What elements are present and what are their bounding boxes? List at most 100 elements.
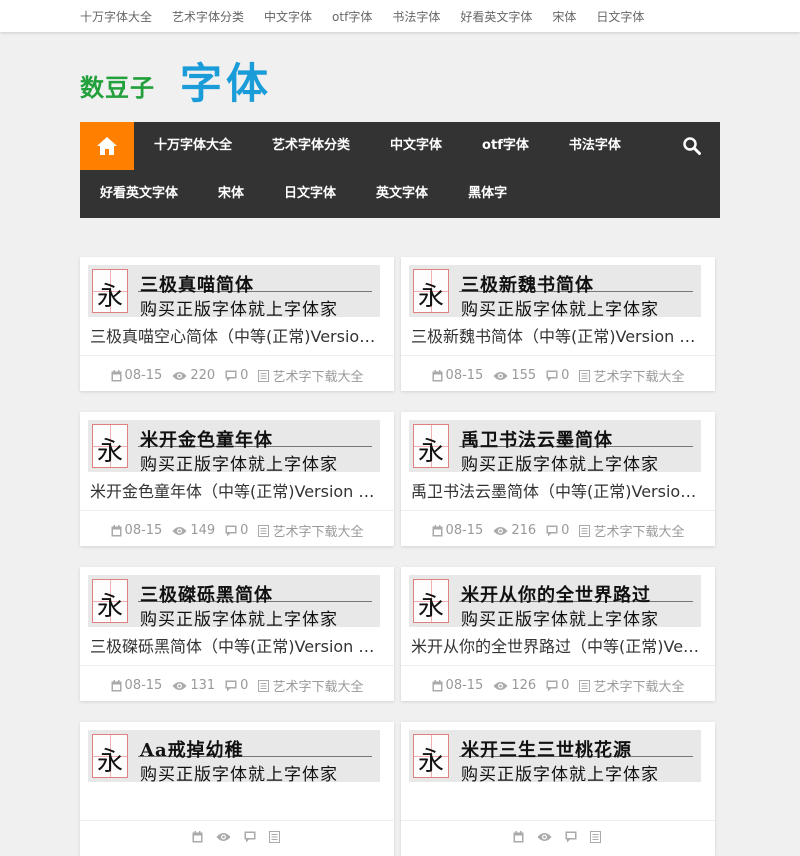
calendar-icon <box>432 524 443 536</box>
meta-comments[interactable]: 0 <box>225 366 248 385</box>
preview-line-2: 购买正版字体就上字体家 <box>461 300 659 317</box>
nav-item[interactable]: 十万字体大全 <box>134 122 252 170</box>
meta-comments[interactable] <box>565 831 580 843</box>
date-text: 08-15 <box>124 678 163 693</box>
meta-category[interactable]: 艺术字下载大全 <box>258 366 363 385</box>
font-card[interactable]: 永 Aa戒掉幼稚 购买正版字体就上字体家 <box>80 722 394 856</box>
nav-item[interactable]: otf字体 <box>462 122 549 170</box>
font-card[interactable]: 永 禹卫书法云墨简体 购买正版字体就上字体家 禹卫书法云墨简体（中等(正常)Ve… <box>401 412 715 546</box>
font-card[interactable]: 永 米开金色童年体 购买正版字体就上字体家 米开金色童年体（中等(正常)Vers… <box>80 412 394 546</box>
font-preview-image[interactable]: 永 米开从你的全世界路过 购买正版字体就上字体家 <box>409 575 701 627</box>
font-title-link[interactable]: 三极新魏书简体（中等(正常)Version 1.00 <box>411 323 703 347</box>
top-link[interactable]: 书法字体 <box>392 8 440 25</box>
top-link[interactable]: 日文字体 <box>596 8 644 25</box>
eye-icon <box>537 833 551 841</box>
views-count: 131 <box>190 678 216 693</box>
font-card[interactable]: 永 三极新魏书简体 购买正版字体就上字体家 三极新魏书简体（中等(正常)Vers… <box>401 257 715 391</box>
top-link[interactable]: 十万字体大全 <box>80 8 152 25</box>
preview-line-2: 购买正版字体就上字体家 <box>461 765 659 782</box>
preview-line-2: 购买正版字体就上字体家 <box>461 610 659 627</box>
nav-item[interactable]: 宋体 <box>198 170 264 218</box>
calendar-icon <box>432 679 443 691</box>
comment-icon <box>244 831 255 843</box>
preview-glyph-box: 永 <box>413 269 449 313</box>
nav-item[interactable]: 日文字体 <box>264 170 356 218</box>
meta-category[interactable] <box>589 831 604 843</box>
meta-date: 08-15 <box>111 366 163 385</box>
top-link[interactable]: 宋体 <box>552 8 576 25</box>
preview-glyph: 永 <box>418 747 445 777</box>
meta-category[interactable]: 艺术字下载大全 <box>258 521 363 540</box>
font-title-link[interactable]: 三极真喵空心简体（中等(正常)Version 1.00 <box>90 323 382 347</box>
preview-glyph: 永 <box>418 592 445 622</box>
font-card[interactable]: 永 米开三生三世桃花源 购买正版字体就上字体家 <box>401 722 715 856</box>
comment-icon <box>546 680 558 691</box>
font-card[interactable]: 永 三极磔砾黑简体 购买正版字体就上字体家 三极磔砾黑简体（中等(正常)Vers… <box>80 567 394 701</box>
font-preview-image[interactable]: 永 米开三生三世桃花源 购买正版字体就上字体家 <box>409 730 701 782</box>
font-title-link[interactable]: 禹卫书法云墨简体（中等(正常)Version 1.00 <box>411 478 703 502</box>
eye-icon <box>172 371 187 380</box>
preview-glyph-box: 永 <box>92 734 128 778</box>
font-title-link[interactable]: 三极磔砾黑简体（中等(正常)Version 1.00 <box>90 633 382 657</box>
meta-category[interactable]: 艺术字下载大全 <box>258 676 363 695</box>
meta-date: 08-15 <box>432 366 483 385</box>
meta-category[interactable]: 艺术字下载大全 <box>579 676 684 695</box>
font-preview-image[interactable]: 永 Aa戒掉幼稚 购买正版字体就上字体家 <box>88 730 380 782</box>
calendar-icon <box>192 831 202 843</box>
top-link[interactable]: 中文字体 <box>264 8 312 25</box>
nav-item[interactable]: 好看英文字体 <box>80 170 198 218</box>
meta-date: 08-15 <box>432 676 484 695</box>
top-link[interactable]: otf字体 <box>332 8 372 25</box>
font-title-link[interactable]: 米开金色童年体（中等(正常)Version 1.00 <box>90 478 382 502</box>
meta-views <box>537 831 555 843</box>
font-preview-image[interactable]: 永 米开金色童年体 购买正版字体就上字体家 <box>88 420 380 472</box>
date-text: 08-15 <box>124 368 163 383</box>
top-link[interactable]: 艺术字体分类 <box>172 8 244 25</box>
card-meta: 08-15 220 0 艺术字下载大全 <box>80 366 394 385</box>
meta-comments[interactable]: 0 <box>225 521 248 540</box>
preview-line-1: 三极真喵简体 <box>140 275 254 296</box>
meta-category[interactable]: 艺术字下载大全 <box>579 521 684 540</box>
card-divider <box>80 820 394 821</box>
nav-item[interactable]: 英文字体 <box>356 170 448 218</box>
font-preview-image[interactable]: 永 三极磔砾黑简体 购买正版字体就上字体家 <box>88 575 380 627</box>
preview-line-2: 购买正版字体就上字体家 <box>140 610 338 627</box>
font-preview-image[interactable]: 永 三极真喵简体 购买正版字体就上字体家 <box>88 265 380 317</box>
search-icon <box>683 137 701 155</box>
font-preview-image[interactable]: 永 禹卫书法云墨简体 购买正版字体就上字体家 <box>409 420 701 472</box>
meta-category[interactable] <box>268 831 283 843</box>
nav-item[interactable]: 中文字体 <box>370 122 462 170</box>
font-card[interactable]: 永 米开从你的全世界路过 购买正版字体就上字体家 米开从你的全世界路过（中等(正… <box>401 567 715 701</box>
home-icon <box>97 137 117 155</box>
document-icon <box>579 679 591 692</box>
meta-comments[interactable] <box>244 831 259 843</box>
search-button[interactable] <box>664 122 720 170</box>
card-divider <box>80 510 394 511</box>
font-preview-image[interactable]: 永 三极新魏书简体 购买正版字体就上字体家 <box>409 265 701 317</box>
preview-glyph: 永 <box>418 282 445 312</box>
card-divider <box>401 665 715 666</box>
meta-views <box>216 831 234 843</box>
main-nav: 十万字体大全 艺术字体分类 中文字体 otf字体 书法字体 好看英文字体 宋体 … <box>80 122 720 218</box>
date-text: 08-15 <box>124 523 163 538</box>
nav-item[interactable]: 书法字体 <box>549 122 641 170</box>
meta-category[interactable]: 艺术字下载大全 <box>579 366 684 385</box>
site-logo[interactable]: 数豆子 字体 <box>80 50 300 108</box>
date-text: 08-15 <box>445 678 484 693</box>
meta-comments[interactable]: 0 <box>546 676 569 695</box>
card-meta <box>401 831 715 843</box>
nav-item[interactable]: 黑体字 <box>448 170 527 218</box>
home-button[interactable] <box>80 122 134 170</box>
calendar-icon <box>111 679 122 691</box>
font-title-link[interactable]: 米开从你的全世界路过（中等(正常)Version 1.00 <box>411 633 703 657</box>
font-card[interactable]: 永 三极真喵简体 购买正版字体就上字体家 三极真喵空心简体（中等(正常)Vers… <box>80 257 394 391</box>
comment-icon <box>565 831 576 843</box>
preview-line-1: 米开金色童年体 <box>140 430 273 451</box>
meta-comments[interactable]: 0 <box>225 676 248 695</box>
top-link[interactable]: 好看英文字体 <box>460 8 532 25</box>
meta-comments[interactable]: 0 <box>546 521 569 540</box>
date-text: 08-15 <box>445 523 484 538</box>
nav-item[interactable]: 艺术字体分类 <box>252 122 370 170</box>
meta-comments[interactable]: 0 <box>546 366 569 385</box>
eye-icon <box>216 833 230 841</box>
